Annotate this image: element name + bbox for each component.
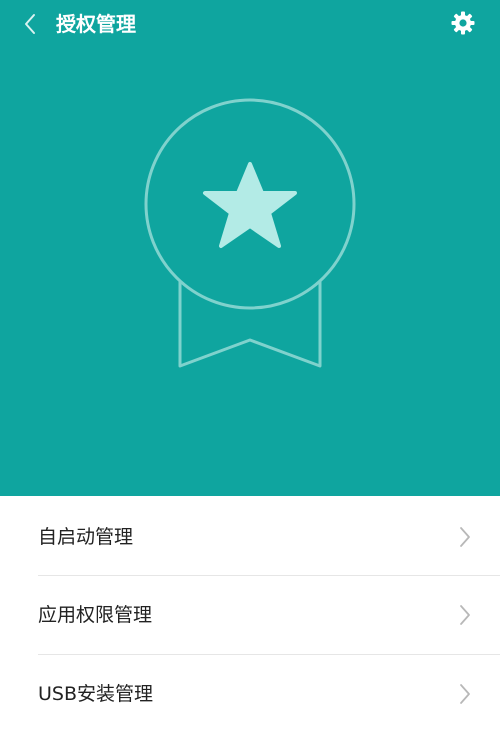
award-badge-star-icon (144, 98, 356, 368)
list-item-autostart[interactable]: 自启动管理 (0, 498, 500, 576)
chevron-right-icon (460, 527, 470, 547)
list-item-usb-install[interactable]: USB安装管理 (0, 655, 500, 733)
back-button[interactable] (14, 8, 46, 40)
chevron-right-icon (460, 684, 470, 704)
list-item-label: 自启动管理 (38, 526, 134, 548)
settings-list: 自启动管理 应用权限管理 USB安装管理 (0, 496, 500, 726)
chevron-right-icon (460, 605, 470, 625)
top-bar: 授权管理 (0, 0, 500, 48)
hero-banner: 授权管理 (0, 0, 500, 496)
chevron-left-icon (25, 14, 35, 34)
settings-button[interactable] (446, 6, 480, 40)
page-title: 授权管理 (56, 12, 136, 36)
list-item-label: USB安装管理 (38, 683, 154, 705)
gear-icon (451, 11, 475, 35)
list-item-label: 应用权限管理 (38, 604, 153, 626)
list-item-app-permissions[interactable]: 应用权限管理 (0, 576, 500, 654)
